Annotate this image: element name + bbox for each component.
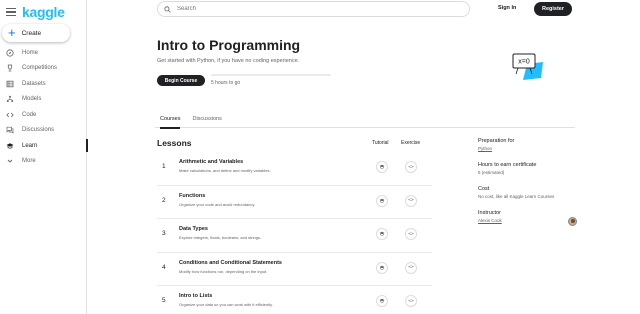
comments-icon [6,126,14,134]
sidebar-item-discussions[interactable]: Discussions [0,123,87,139]
exercise-code-icon[interactable]: <> [405,295,417,307]
trophy-icon [6,64,14,72]
create-button[interactable]: + Create [2,24,70,42]
sidebar-item-label: Competitions [22,65,58,72]
info-label: Preparation for [478,138,515,144]
school-icon [6,142,14,150]
lesson-title[interactable]: Arithmetic and Variables [179,159,243,165]
create-label: Create [21,29,42,37]
search-bar[interactable] [157,1,470,17]
sidebar: kaggle + Create Home Competitions Datase… [0,0,88,314]
info-hours: Hours to earn certificate 5 (estimated) [478,162,588,175]
tab-discussions[interactable]: Discussions [192,113,221,128]
exercise-column-header: Exercise [401,140,421,146]
tutorial-column-header: Tutorial [372,140,389,146]
menu-icon[interactable] [6,7,16,17]
lesson-number: 4 [162,263,166,271]
sidebar-nav: Home Competitions Datasets Models Code D… [0,45,88,170]
sidebar-item-label: Discussions [22,127,55,134]
lesson-title[interactable]: Conditions and Conditional Statements [179,260,282,266]
tutorial-icon[interactable] [376,261,388,274]
sidebar-item-learn[interactable]: Learn [0,138,88,154]
models-icon [6,95,14,103]
lesson-description: Explore integers, floats, booleans, and … [179,235,262,240]
svg-text:x=0: x=0 [518,59,530,66]
begin-course-button[interactable]: Begin Course [157,75,205,86]
course-progress-bar [211,74,331,76]
sidebar-item-label: Home [22,49,39,56]
course-illustration: x=0 [505,50,545,82]
lessons-heading: Lessons [157,138,192,148]
lessons-list: 1 Arithmetic and Variables Make calculat… [157,152,432,314]
info-value: 5 (estimated) [478,170,505,175]
sidebar-item-label: Models [22,96,42,103]
info-preparation: Preparation for Python [478,138,588,151]
lesson-row[interactable]: 3 Data Types Explore integers, floats, b… [157,219,432,253]
sidebar-item-more[interactable]: More [0,154,87,170]
plus-icon: + [8,25,16,40]
lesson-title[interactable]: Intro to Lists [179,293,212,299]
tutorial-icon[interactable] [376,161,388,173]
code-icon [6,111,14,119]
sidebar-item-competitions[interactable]: Competitions [0,61,87,77]
lesson-row[interactable]: 4 Conditions and Conditional Statements … [157,253,432,286]
lesson-number: 5 [162,297,166,304]
info-cost: Cost No cost, like all Kaggle Learn Cour… [478,186,588,199]
sidebar-item-models[interactable]: Models [0,92,87,108]
tutorial-icon[interactable] [376,228,388,240]
kaggle-logo[interactable]: kaggle [22,4,65,20]
lesson-row[interactable]: 5 Intro to Lists Organize your data so y… [157,286,432,314]
info-value: No cost, like all Kaggle Learn Courses [478,194,555,199]
sidebar-header: kaggle [6,4,65,20]
lesson-number: 2 [162,196,166,204]
preparation-link[interactable]: Python [478,146,588,151]
course-tabs: Courses Discussions [155,113,575,129]
sign-in-link[interactable]: Sign In [498,5,516,11]
lesson-title[interactable]: Data Types [179,226,208,232]
sidebar-item-label: Learn [22,142,38,149]
lesson-row[interactable]: 1 Arithmetic and Variables Make calculat… [157,152,432,186]
info-label: Cost [478,186,490,192]
sidebar-item-home[interactable]: Home [0,45,87,61]
page-title: Intro to Programming [157,37,301,53]
exercise-code-icon[interactable]: <> [405,161,417,173]
info-label: Instructor [478,210,501,216]
table-icon [6,80,14,88]
lesson-description: Organize your data so you can work with … [179,302,273,307]
register-button[interactable]: Register [534,2,572,16]
lesson-row[interactable]: 2 Functions Organize your code and avoid… [157,186,432,219]
exercise-code-icon[interactable]: <> [405,194,417,207]
tutorial-icon[interactable] [376,194,388,207]
search-input[interactable] [177,6,457,12]
sidebar-item-label: Datasets [22,80,46,87]
lesson-description: Make calculations, and define and modify… [179,168,271,173]
lesson-title[interactable]: Functions [179,193,205,199]
lesson-description: Modify how functions run, depending on t… [179,268,268,274]
search-icon [164,0,171,18]
exercise-code-icon[interactable]: <> [405,228,417,240]
avatar[interactable] [568,217,577,226]
hours-remaining: 5 hours to go [211,80,241,86]
sidebar-item-datasets[interactable]: Datasets [0,76,87,92]
expand-more-icon [6,157,14,165]
sidebar-item-code[interactable]: Code [0,107,87,123]
lesson-description: Organize your code and avoid redundancy. [179,201,256,207]
lesson-number: 3 [162,230,166,237]
tab-courses[interactable]: Courses [160,113,181,129]
compass-icon [6,49,14,57]
sidebar-item-label: More [22,158,36,165]
info-label: Hours to earn certificate [478,162,537,168]
sidebar-item-label: Code [22,111,37,118]
exercise-code-icon[interactable]: <> [405,261,417,274]
tutorial-icon[interactable] [376,295,388,307]
course-subtitle: Get started with Python, if you have no … [157,58,300,64]
lesson-number: 1 [162,163,166,170]
